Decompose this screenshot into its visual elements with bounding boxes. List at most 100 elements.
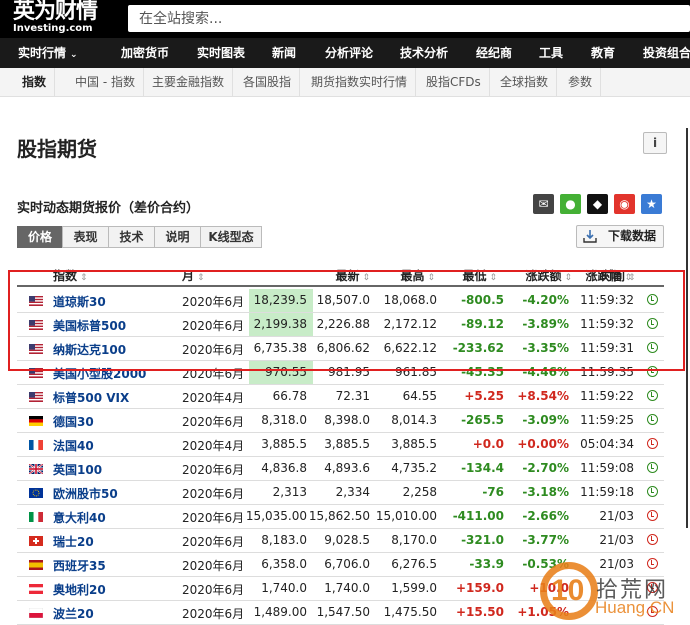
table-row[interactable]: 法国40 2020年4月 3,885.5 3,885.5 3,885.5 +0.0 +0.0… (17, 433, 664, 457)
index-name-link[interactable]: 意大利40 (53, 509, 106, 526)
tab-0[interactable]: 价格 (17, 226, 63, 248)
contract-month: 2020年6月 (182, 487, 245, 501)
nav-item[interactable]: 经纪商 (476, 38, 512, 68)
index-name-link[interactable]: 奥地利20 (53, 581, 106, 598)
download-data-button[interactable]: 下载数据 (576, 225, 664, 248)
table-row[interactable]: 标普500 VIX 2020年4月 66.78 72.31 64.55 +5.25 +8.5… (17, 385, 664, 409)
clock-icon (647, 510, 658, 521)
subnav-item[interactable]: 期货指数实时行情 (303, 68, 417, 96)
column-header[interactable]: 月 ⇕ (182, 267, 205, 284)
tab-3[interactable]: 说明 (154, 226, 201, 248)
cell-last: 2,313 (272, 485, 307, 499)
cell-time: 11:59:08 (580, 461, 634, 475)
index-name-link[interactable]: 美国标普500 (53, 317, 126, 334)
table-row[interactable]: 美国小型股2000 2020年6月 970.55 981.95 961.85 -45.35… (17, 361, 664, 385)
nav-item[interactable]: 实时图表 (197, 38, 245, 68)
index-name-link[interactable]: 纳斯达克100 (53, 341, 126, 358)
clock-icon (647, 462, 658, 473)
subnav-item[interactable]: 各国股指 (235, 68, 301, 96)
subnav-item[interactable]: 中国 - 指数 (67, 68, 144, 96)
favorite-star-icon[interactable]: ★ (641, 194, 662, 214)
sort-icon: ⇕ (564, 273, 572, 283)
cell-pct: -3.18% (522, 485, 569, 499)
cell-chg: -411.00 (452, 509, 504, 523)
tab-1[interactable]: 表现 (62, 226, 109, 248)
column-header[interactable]: 最低 ⇕ (462, 267, 497, 284)
index-name-link[interactable]: 道琼斯30 (53, 293, 106, 310)
index-name-link[interactable]: 波兰20 (53, 605, 94, 622)
wechat-icon[interactable]: ● (560, 194, 581, 214)
clock-icon (647, 318, 658, 329)
nav-item[interactable]: 工具 (539, 38, 563, 68)
subnav-item[interactable]: 参数 (560, 68, 602, 96)
nav-item[interactable]: 技术分析 (400, 38, 448, 68)
table-row[interactable]: 瑞士20 2020年6月 8,183.0 9,028.5 8,170.0 -321.0 -3… (17, 529, 664, 553)
email-icon[interactable]: ✉ (533, 194, 554, 214)
table-row[interactable]: 意大利40 2020年6月 15,035.00 15,862.50 15,010.00 -… (17, 505, 664, 529)
nav-item[interactable]: 分析评论 (325, 38, 373, 68)
weibo-icon[interactable]: ◉ (614, 194, 635, 214)
chevron-down-icon: ⌄ (70, 50, 78, 60)
table-row[interactable]: 道琼斯30 2020年6月 18,239.5 18,507.0 18,068.0 -800… (17, 289, 664, 313)
cell-chg: -45.35 (461, 365, 504, 379)
nav-item[interactable]: 投资组合 (643, 38, 690, 68)
nav-item[interactable]: 实时行情 ⌄ (18, 38, 78, 68)
qq-icon[interactable]: ◆ (587, 194, 608, 214)
cell-high: 4,893.6 (324, 461, 370, 475)
index-name-link[interactable]: 西班牙35 (53, 557, 106, 574)
cell-last: 970.55 (265, 365, 307, 379)
cell-high: 2,334 (335, 485, 370, 499)
column-header-label: 时间 (601, 269, 626, 283)
index-name-link[interactable]: 欧洲股市50 (53, 485, 118, 502)
tab-2[interactable]: 技术 (108, 226, 155, 248)
logo-english: Investing.com (13, 23, 93, 34)
index-name-link[interactable]: 美国小型股2000 (53, 365, 146, 382)
cell-chg: +15.50 (455, 605, 504, 619)
info-button[interactable]: i (643, 132, 667, 154)
column-header[interactable]: 最新 ⇕ (335, 267, 370, 284)
subnav-item[interactable]: 股指CFDs (418, 68, 490, 96)
cell-pct: -3.77% (522, 533, 569, 547)
column-header[interactable]: 涨跌额 ⇕ (525, 267, 572, 284)
sort-icon: ⇕ (628, 273, 636, 283)
site-logo[interactable]: 英为财情 Investing.com (13, 1, 113, 37)
tab-4[interactable]: K线型态 (200, 226, 262, 248)
cell-high: 1,740.0 (324, 581, 370, 595)
flag-it-icon (29, 512, 43, 522)
sort-icon: ⇕ (427, 273, 435, 283)
contract-month: 2020年6月 (182, 607, 245, 621)
cell-low: 3,885.5 (391, 437, 437, 451)
table-row[interactable]: 纳斯达克100 2020年6月 6,735.38 6,806.62 6,622.12 -2… (17, 337, 664, 361)
nav-item-label: 新闻 (272, 46, 297, 60)
index-name-link[interactable]: 标普500 VIX (53, 389, 129, 406)
table-row[interactable]: 美国标普500 2020年6月 2,199.38 2,226.88 2,172.12 -8… (17, 313, 664, 337)
nav-item[interactable]: 教育 (591, 38, 615, 68)
cell-high: 2,226.88 (316, 317, 370, 331)
column-header[interactable]: 指数 ⇕ (53, 267, 88, 284)
cell-pct: -3.35% (522, 341, 569, 355)
index-name-link[interactable]: 法国40 (53, 437, 94, 454)
search-input[interactable] (128, 5, 690, 32)
table-row[interactable]: 英国100 2020年6月 4,836.8 4,893.6 4,735.2 -134.4 -… (17, 457, 664, 481)
subnav-item[interactable]: 指数 (14, 68, 56, 96)
subnav-item[interactable]: 全球指数 (492, 68, 558, 96)
cell-last: 6,358.0 (261, 557, 307, 571)
table-row[interactable]: 德国30 2020年6月 8,318.0 8,398.0 8,014.3 -265.5 -3… (17, 409, 664, 433)
nav-item[interactable]: 新闻 (272, 38, 296, 68)
index-name-link[interactable]: 瑞士20 (53, 533, 94, 550)
index-name-link[interactable]: 英国100 (53, 461, 102, 478)
column-header[interactable]: 最高 ⇕ (400, 267, 435, 284)
contract-month: 2020年6月 (182, 463, 245, 477)
column-header-label: 最新 (335, 269, 360, 283)
cell-last: 8,183.0 (261, 533, 307, 547)
nav-item[interactable]: 加密货币 (121, 38, 169, 68)
cell-pct: -2.66% (522, 509, 569, 523)
index-name-link[interactable]: 德国30 (53, 413, 94, 430)
column-header[interactable]: 时间 ⇕ (601, 267, 636, 284)
table-row[interactable]: 欧洲股市50 2020年6月 2,313 2,334 2,258 -76 -3.18% 11:… (17, 481, 664, 505)
cell-last: 1,740.0 (261, 581, 307, 595)
cell-pct: -3.09% (522, 413, 569, 427)
search-box (128, 5, 690, 32)
nav-item-label: 实时行情 (18, 46, 67, 60)
subnav-item[interactable]: 主要金融指数 (144, 68, 234, 96)
